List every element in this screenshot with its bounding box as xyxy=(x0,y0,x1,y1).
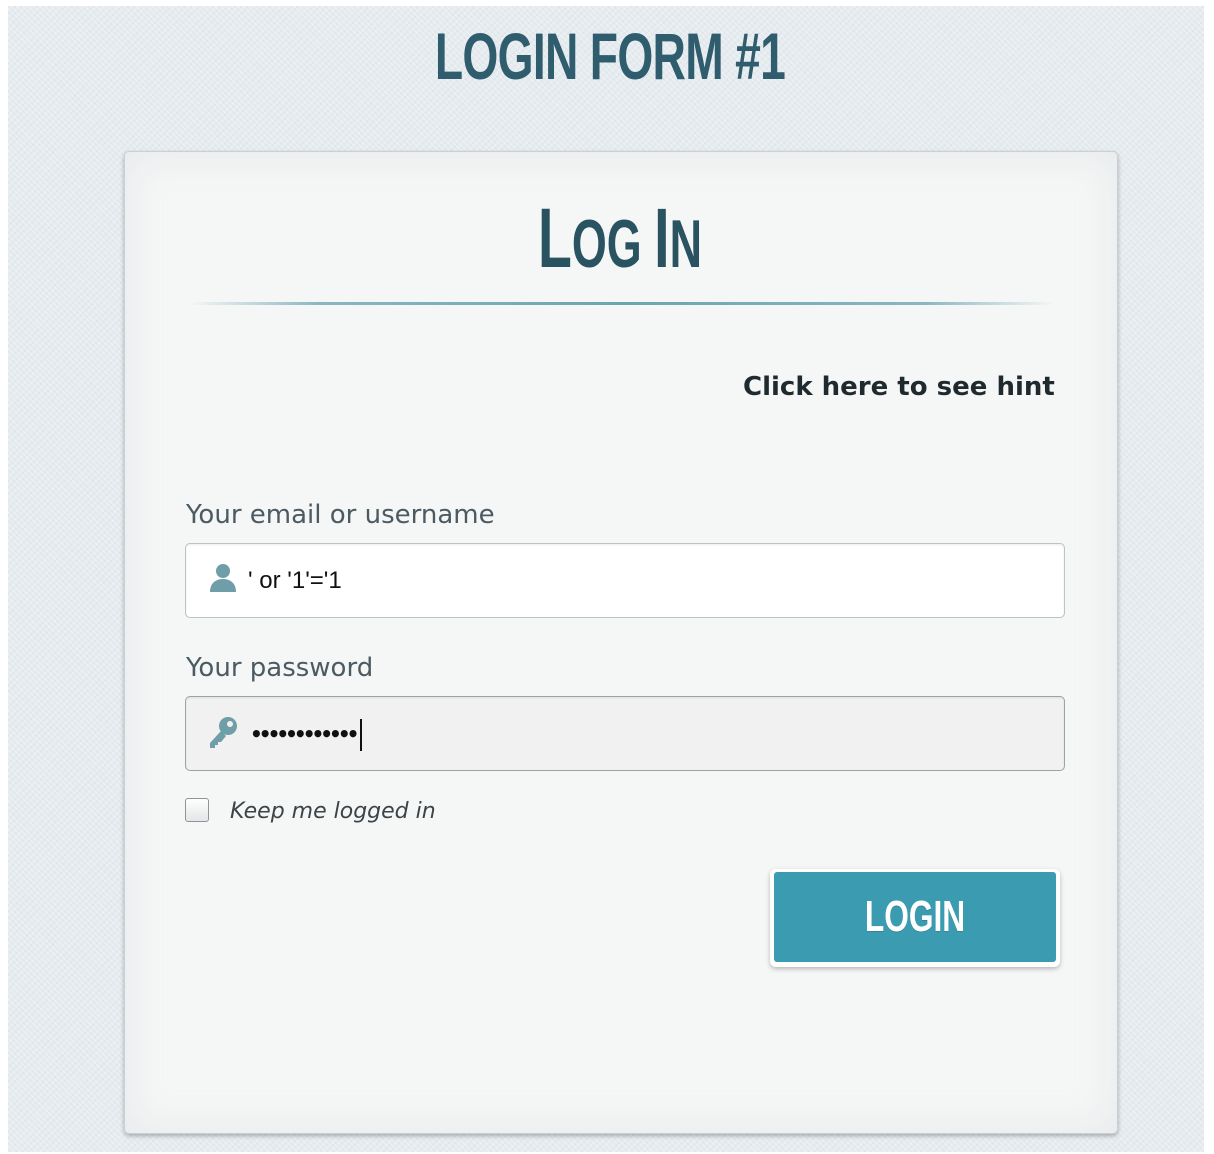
login-card xyxy=(124,151,1118,1134)
card-title-i: I xyxy=(654,191,670,285)
card-title-first-letter: L xyxy=(538,191,572,285)
login-button[interactable]: LOGIN xyxy=(770,869,1060,967)
card-title-og: OG xyxy=(571,206,655,282)
user-icon xyxy=(210,564,236,592)
username-input[interactable]: ' or '1'='1 xyxy=(185,543,1065,618)
hint-link[interactable]: Click here to see hint xyxy=(743,370,1055,404)
password-label: Your password xyxy=(186,653,374,683)
login-button-label: LOGIN xyxy=(864,892,966,941)
keep-logged-in-label: Keep me logged in xyxy=(230,799,436,824)
password-value: •••••••••••• xyxy=(250,722,359,746)
username-label: Your email or username xyxy=(186,500,495,530)
username-value: ' or '1'='1 xyxy=(248,567,342,594)
page-title: LOGIN FORM #1 xyxy=(434,19,786,93)
title-divider xyxy=(190,302,1054,305)
keep-logged-in-checkbox[interactable] xyxy=(185,798,209,822)
text-caret xyxy=(360,719,362,751)
card-title: LOG IN xyxy=(211,190,1029,292)
key-icon xyxy=(210,717,237,748)
login-button-face: LOGIN xyxy=(774,872,1056,962)
card-title-n: N xyxy=(669,206,702,282)
password-input[interactable]: •••••••••••• xyxy=(185,696,1065,771)
